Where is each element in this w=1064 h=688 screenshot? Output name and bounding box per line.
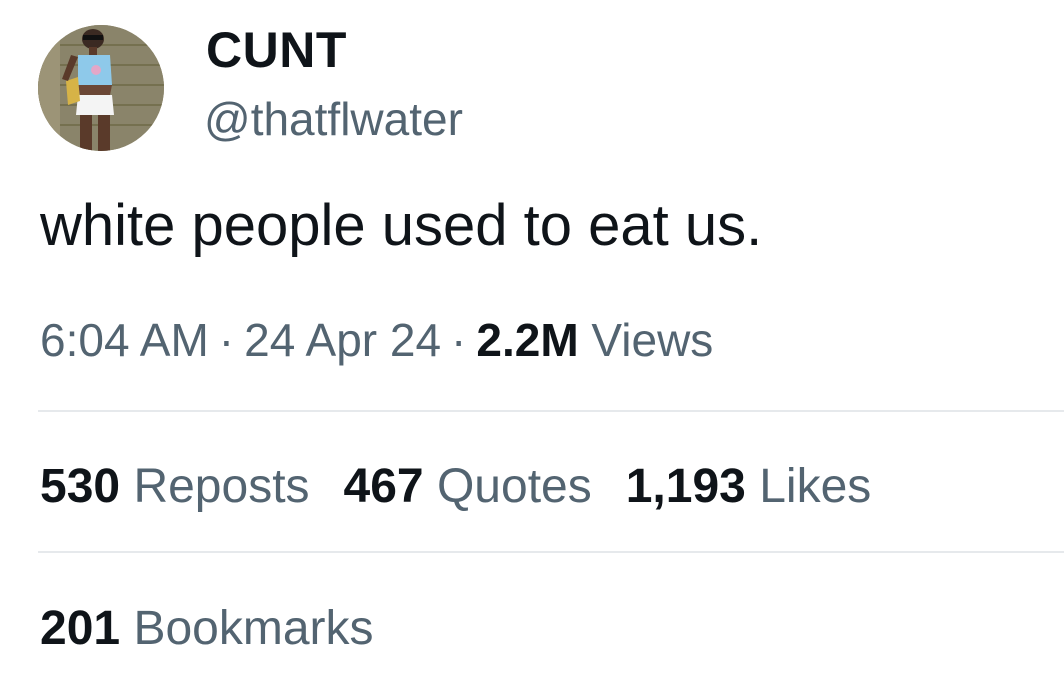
divider xyxy=(38,551,1064,553)
likes-stat[interactable]: 1,193 Likes xyxy=(626,458,872,516)
bookmarks-label: Bookmarks xyxy=(133,602,374,655)
likes-label: Likes xyxy=(759,460,872,513)
reposts-stat[interactable]: 530 Reposts xyxy=(40,458,310,516)
reposts-label: Reposts xyxy=(133,460,310,513)
tweet-text: white people used to eat us. xyxy=(40,193,763,258)
bookmarks-stat[interactable]: 201 Bookmarks xyxy=(40,600,374,658)
likes-count: 1,193 xyxy=(625,460,746,513)
quotes-stat[interactable]: 467 Quotes xyxy=(344,458,592,516)
display-name[interactable]: CUNT xyxy=(206,22,347,78)
divider xyxy=(38,410,1064,412)
avatar[interactable] xyxy=(38,25,164,151)
views-label: Views xyxy=(591,314,714,366)
tweet-meta: 6:04 AM · 24 Apr 24 · 2.2M Views xyxy=(40,312,713,368)
tweet-time[interactable]: 6:04 AM xyxy=(40,314,209,366)
user-handle[interactable]: @thatflwater xyxy=(204,92,463,146)
avatar-photo xyxy=(38,25,164,151)
meta-separator: · xyxy=(451,314,467,366)
tweet-detail: CUNT @thatflwater white people used to e… xyxy=(0,0,1064,688)
bookmarks-count: 201 xyxy=(40,602,121,655)
engagement-stats: 530 Reposts 467 Quotes 1,193 Likes xyxy=(40,458,871,516)
tweet-date[interactable]: 24 Apr 24 xyxy=(244,314,441,366)
quotes-count: 467 xyxy=(343,460,424,513)
views-count: 2.2M xyxy=(476,314,579,366)
meta-separator: · xyxy=(218,314,235,366)
reposts-count: 530 xyxy=(40,460,121,513)
quotes-label: Quotes xyxy=(436,460,592,513)
